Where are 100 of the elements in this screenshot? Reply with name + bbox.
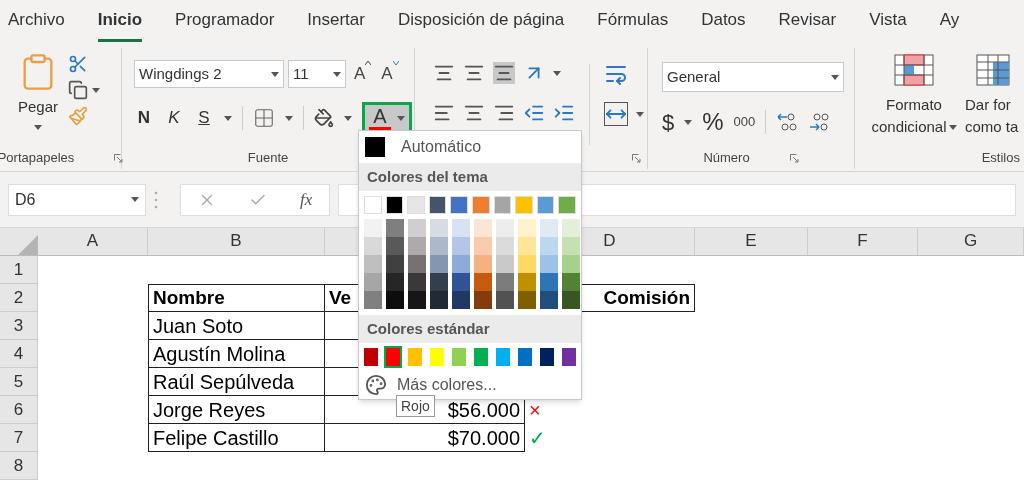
row-header[interactable]: 1 [0, 256, 38, 284]
color-swatch[interactable] [364, 237, 382, 255]
color-swatch[interactable] [540, 291, 558, 309]
color-swatch[interactable] [408, 291, 426, 309]
color-swatch[interactable] [540, 273, 558, 291]
ribbon-tab[interactable]: Revisar [778, 0, 837, 42]
color-swatch[interactable] [562, 273, 580, 291]
font-name-field[interactable]: Wingdings 2 [134, 60, 284, 88]
color-swatch[interactable] [518, 291, 536, 309]
color-swatch[interactable] [364, 219, 382, 237]
row-header[interactable]: 6 [0, 396, 38, 424]
color-swatch[interactable] [408, 219, 426, 237]
fill-color-icon[interactable] [314, 108, 334, 128]
row-header[interactable]: 8 [0, 452, 38, 480]
row-header[interactable]: 5 [0, 368, 38, 396]
color-swatch[interactable] [408, 273, 426, 291]
color-swatch[interactable] [384, 346, 402, 368]
color-swatch[interactable] [452, 273, 470, 291]
color-swatch[interactable] [364, 273, 382, 291]
cut-icon[interactable] [68, 54, 88, 74]
color-swatch[interactable] [386, 291, 404, 309]
italic-button[interactable]: K [164, 105, 184, 131]
color-swatch[interactable] [430, 219, 448, 237]
color-swatch[interactable] [518, 273, 536, 291]
dialog-launcher-icon[interactable] [114, 153, 124, 163]
color-swatch[interactable] [562, 291, 580, 309]
color-swatch[interactable] [430, 237, 448, 255]
column-header[interactable]: E [695, 228, 808, 255]
paste-button[interactable]: Pegar [14, 52, 62, 130]
decrease-decimal-icon[interactable] [808, 111, 831, 133]
percent-button[interactable]: % [702, 104, 724, 140]
color-swatch[interactable] [474, 255, 492, 273]
color-swatch[interactable] [364, 291, 382, 309]
bold-button[interactable]: N [134, 105, 154, 131]
color-swatch[interactable] [430, 273, 448, 291]
color-swatch[interactable] [496, 273, 514, 291]
color-swatch[interactable] [474, 273, 492, 291]
dialog-launcher-icon[interactable] [632, 153, 641, 163]
ribbon-tab[interactable]: Archivo [8, 0, 65, 42]
thousands-button[interactable]: 000 [733, 112, 756, 132]
color-swatch[interactable] [430, 291, 448, 309]
format-painter-icon[interactable] [68, 106, 88, 126]
row-header[interactable]: 2 [0, 284, 38, 312]
color-swatch[interactable] [386, 255, 404, 273]
color-swatch[interactable] [496, 237, 514, 255]
row-header[interactable]: 4 [0, 340, 38, 368]
insert-function-button[interactable]: fx [300, 186, 313, 213]
color-swatch[interactable] [452, 291, 470, 309]
color-swatch[interactable] [540, 255, 558, 273]
color-swatch[interactable] [496, 255, 514, 273]
row-header[interactable]: 3 [0, 312, 38, 340]
color-swatch[interactable] [496, 291, 514, 309]
ribbon-tab[interactable]: Vista [869, 0, 907, 42]
ribbon-tab[interactable]: Fórmulas [597, 0, 669, 42]
column-header[interactable]: F [808, 228, 918, 255]
format-as-table-button[interactable]: Dar for como ta [965, 54, 1021, 147]
align-bottom-icon[interactable] [493, 62, 515, 84]
color-swatch[interactable] [386, 237, 404, 255]
merge-center-icon[interactable] [604, 102, 628, 126]
column-header[interactable]: G [918, 228, 1024, 255]
color-swatch[interactable] [408, 237, 426, 255]
ribbon-tab[interactable]: Ay [939, 0, 960, 42]
increase-decimal-icon[interactable] [776, 111, 799, 133]
dialog-launcher-icon[interactable] [789, 153, 799, 163]
color-swatch[interactable] [518, 237, 536, 255]
color-swatch[interactable] [364, 255, 382, 273]
color-swatch[interactable] [452, 237, 470, 255]
number-format-field[interactable]: General [662, 62, 844, 92]
color-swatch[interactable] [540, 237, 558, 255]
color-swatch[interactable] [452, 255, 470, 273]
ribbon-tab[interactable]: Programador [175, 0, 275, 42]
borders-icon[interactable] [253, 107, 275, 129]
column-header[interactable]: A [38, 228, 148, 255]
grow-font-button[interactable]: A [350, 61, 376, 87]
ribbon-tab[interactable]: Datos [701, 0, 746, 42]
color-swatch[interactable] [474, 237, 492, 255]
color-swatch[interactable] [386, 219, 404, 237]
ribbon-tab[interactable]: Disposición de página [397, 0, 565, 42]
color-swatch[interactable] [496, 219, 514, 237]
color-swatch[interactable] [474, 219, 492, 237]
color-swatch[interactable] [408, 255, 426, 273]
copy-icon[interactable] [68, 80, 88, 100]
color-swatch[interactable] [430, 255, 448, 273]
color-swatch[interactable] [452, 219, 470, 237]
font-size-field[interactable]: 11 [288, 60, 346, 88]
color-swatch[interactable] [562, 255, 580, 273]
automatic-color-item[interactable]: Automático [359, 131, 581, 163]
color-swatch[interactable] [474, 291, 492, 309]
color-swatch[interactable] [518, 219, 536, 237]
color-swatch[interactable] [386, 273, 404, 291]
color-swatch[interactable] [518, 255, 536, 273]
name-box[interactable]: D6 [8, 183, 146, 216]
color-swatch[interactable] [540, 219, 558, 237]
color-swatch[interactable] [562, 219, 580, 237]
column-header[interactable]: B [148, 228, 325, 255]
color-swatch[interactable] [562, 237, 580, 255]
row-header[interactable]: 7 [0, 424, 38, 452]
shrink-font-button[interactable]: A [379, 61, 401, 87]
underline-button[interactable]: S [194, 105, 214, 131]
ribbon-tab[interactable]: Insertar [307, 0, 365, 42]
